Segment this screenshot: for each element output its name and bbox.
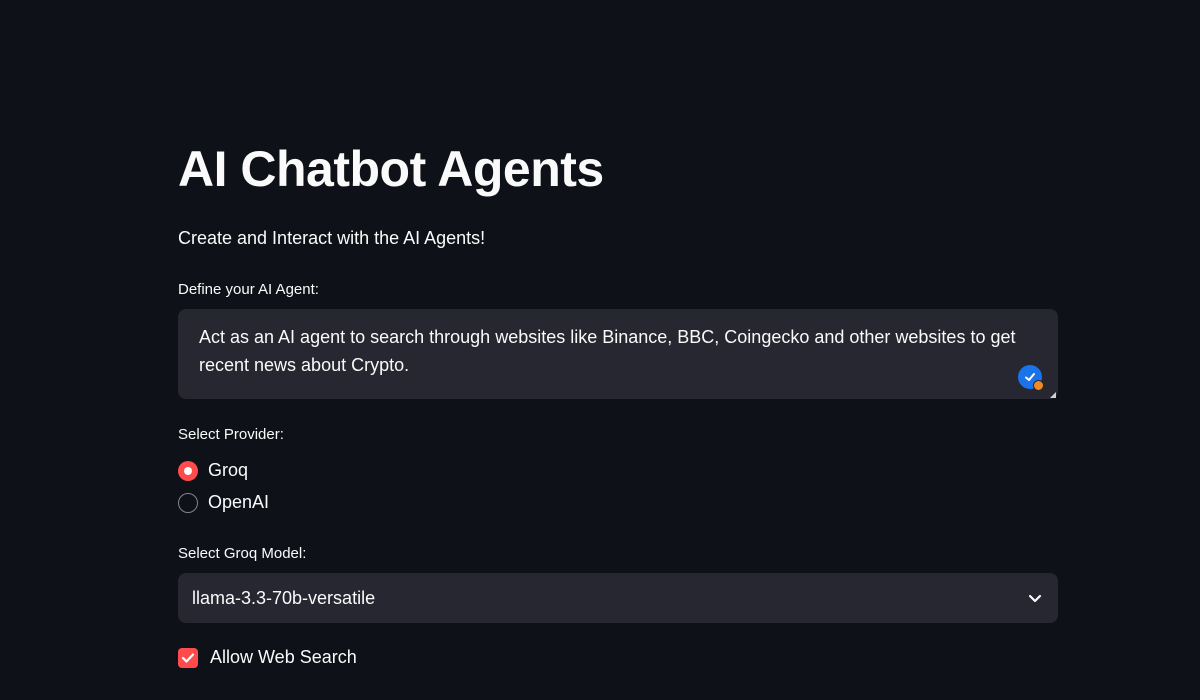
page-subtitle: Create and Interact with the AI Agents! [178, 228, 486, 248]
agent-definition-text: Act as an AI agent to search through web… [199, 327, 1016, 375]
resize-handle-icon[interactable] [1050, 392, 1056, 398]
provider-option-groq[interactable]: Groq [178, 460, 248, 481]
provider-option-label: Groq [208, 460, 249, 480]
model-select-value: llama-3.3-70b-versatile [192, 587, 376, 608]
grammar-check-icon[interactable] [1018, 365, 1044, 391]
web-search-checkbox-row[interactable]: Allow Web Search [178, 647, 357, 668]
provider-label: Select Provider: [178, 426, 284, 443]
grammar-status-dot [1033, 380, 1044, 391]
chevron-down-icon[interactable] [1026, 589, 1044, 607]
provider-option-openai[interactable]: OpenAI [178, 492, 269, 513]
provider-option-label: OpenAI [208, 492, 270, 512]
page-title: AI Chatbot Agents [178, 141, 604, 197]
radio-checked-icon[interactable] [178, 460, 198, 481]
web-search-label: Allow Web Search [210, 647, 357, 667]
agent-definition-label: Define your AI Agent: [178, 281, 319, 298]
radio-unchecked-icon[interactable] [178, 492, 198, 513]
model-label: Select Groq Model: [178, 545, 307, 562]
checkmark-icon[interactable] [178, 647, 198, 668]
agent-definition-textarea[interactable]: Act as an AI agent to search through web… [178, 309, 1058, 399]
model-select[interactable]: llama-3.3-70b-versatile [178, 573, 1058, 623]
